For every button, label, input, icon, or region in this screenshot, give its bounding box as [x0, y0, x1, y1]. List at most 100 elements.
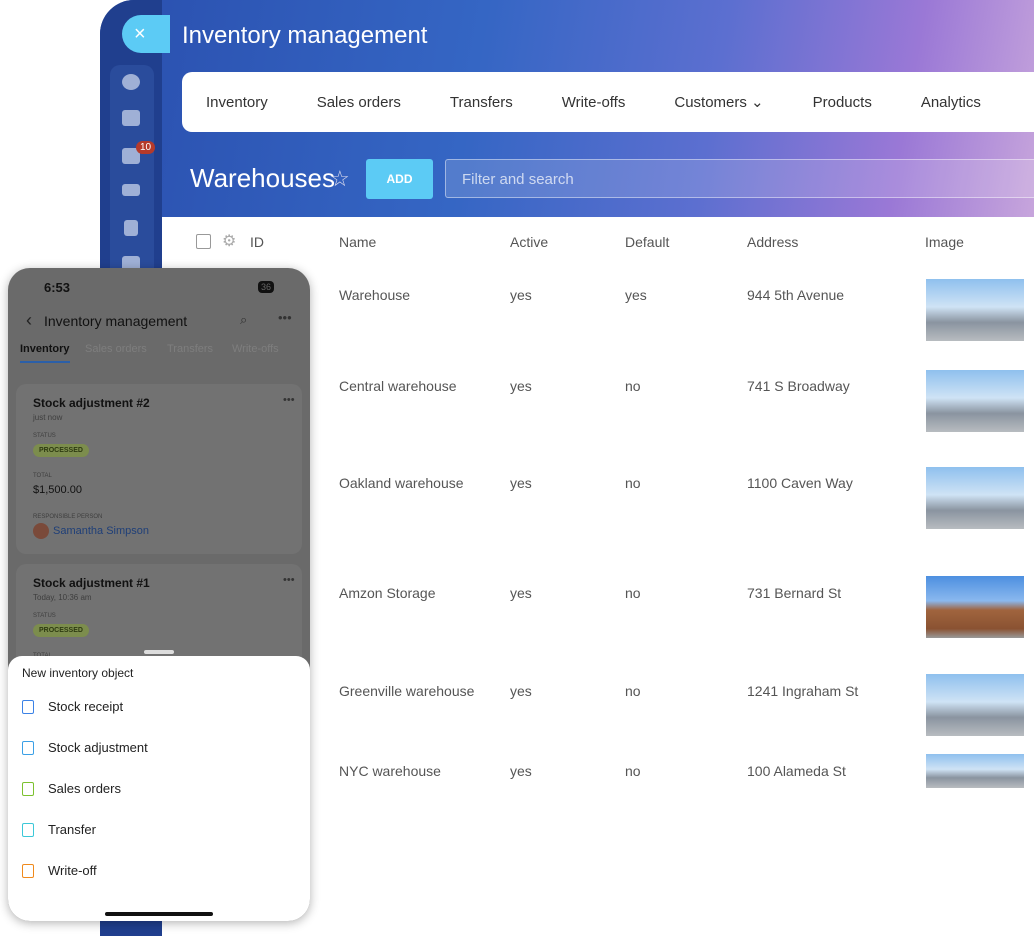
warehouse-image[interactable]: [926, 754, 1024, 788]
gear-icon[interactable]: ⚙: [222, 231, 236, 251]
warehouse-image[interactable]: [926, 674, 1024, 736]
search-icon[interactable]: ⌕: [240, 312, 247, 328]
stock-adjustment-card[interactable]: Stock adjustment #2 just now STATUS PROC…: [16, 384, 302, 554]
cell-default: no: [625, 585, 641, 601]
column-header-name[interactable]: Name: [339, 234, 376, 250]
warehouse-image[interactable]: [926, 279, 1024, 341]
menu-item[interactable]: Stock receipt: [22, 699, 123, 714]
document-icon: [22, 740, 34, 755]
menu-item-label: Transfer: [48, 822, 96, 837]
cell-name[interactable]: Amzon Storage: [339, 585, 436, 601]
person-label: RESPONSIBLE PERSON: [33, 514, 103, 520]
cell-address: 944 5th Avenue: [747, 287, 845, 303]
cell-default: no: [625, 475, 641, 491]
menu-item[interactable]: Write-off: [22, 863, 97, 878]
tab-write-offs[interactable]: Write-offs: [562, 94, 626, 111]
main-tabs: Inventory Sales orders Transfers Write-o…: [182, 72, 1034, 132]
card-time: Today, 10:36 am: [33, 593, 92, 602]
status-badge: PROCESSED: [33, 624, 89, 637]
menu-item[interactable]: Sales orders: [22, 781, 121, 796]
notification-badge: 10: [136, 141, 156, 154]
cell-address: 1100 Caven Way: [747, 475, 853, 491]
menu-item[interactable]: Transfer: [22, 822, 96, 837]
sites-icon[interactable]: [122, 74, 140, 90]
search-input[interactable]: Filter and search: [445, 159, 1034, 198]
sheet-title: New inventory object: [22, 666, 134, 680]
column-header-address[interactable]: Address: [747, 234, 798, 250]
inbox-icon[interactable]: [122, 184, 140, 196]
cell-default: no: [625, 683, 641, 699]
document-icon: [22, 781, 34, 796]
mobile-tab-sales-orders[interactable]: Sales orders: [85, 343, 147, 355]
card-time: just now: [33, 413, 63, 422]
close-button[interactable]: ×: [122, 15, 170, 53]
select-all-checkbox[interactable]: [196, 234, 211, 249]
card-title: Stock adjustment #1: [33, 576, 150, 590]
column-header-id[interactable]: ID: [250, 234, 264, 250]
cell-default: no: [625, 763, 641, 779]
cell-active: yes: [510, 763, 532, 779]
cell-name[interactable]: NYC warehouse: [339, 763, 441, 779]
menu-item-label: Stock adjustment: [48, 740, 148, 755]
total-value: $1,500.00: [33, 484, 82, 496]
column-header-image[interactable]: Image: [925, 234, 964, 250]
tab-products[interactable]: Products: [813, 94, 872, 111]
cell-default: no: [625, 378, 641, 394]
menu-item[interactable]: Stock adjustment: [22, 740, 148, 755]
menu-item-label: Sales orders: [48, 781, 121, 796]
home-indicator: [105, 912, 213, 916]
tab-sales-orders[interactable]: Sales orders: [317, 94, 401, 111]
cell-active: yes: [510, 378, 532, 394]
status-badge: PROCESSED: [33, 444, 89, 457]
new-object-sheet: New inventory object Stock receipt Stock …: [8, 656, 310, 921]
tab-inventory[interactable]: Inventory: [206, 94, 268, 111]
cell-active: yes: [510, 683, 532, 699]
back-icon[interactable]: ‹: [26, 310, 32, 331]
calendar-icon[interactable]: [122, 110, 140, 126]
page-title: Warehouses: [190, 163, 335, 193]
document-icon: [22, 822, 34, 837]
warehouse-image[interactable]: [926, 370, 1024, 432]
warehouse-image[interactable]: [926, 467, 1024, 529]
mobile-title: Inventory management: [44, 313, 188, 329]
person-link[interactable]: Samantha Simpson: [53, 525, 149, 537]
cell-default: yes: [625, 287, 647, 303]
tab-analytics[interactable]: Analytics: [921, 94, 981, 111]
status-label: STATUS: [33, 613, 56, 619]
mobile-tab-inventory[interactable]: Inventory: [20, 343, 70, 363]
column-header-default[interactable]: Default: [625, 234, 669, 250]
cell-name[interactable]: Greenville warehouse: [339, 683, 474, 699]
sheet-handle[interactable]: [144, 650, 174, 654]
menu-item-label: Stock receipt: [48, 699, 124, 714]
cell-name[interactable]: Warehouse: [339, 287, 410, 303]
column-header-active[interactable]: Active: [510, 234, 548, 250]
total-label: TOTAL: [33, 473, 52, 479]
cell-name[interactable]: Central warehouse: [339, 378, 457, 394]
more-icon[interactable]: •••: [283, 394, 295, 406]
cell-active: yes: [510, 287, 532, 303]
mobile-tab-write-offs[interactable]: Write-offs: [232, 343, 279, 355]
status-label: STATUS: [33, 433, 56, 439]
more-icon[interactable]: •••: [283, 574, 295, 586]
cell-address: 1241 Ingraham St: [747, 683, 859, 699]
card-title: Stock adjustment #2: [33, 396, 150, 410]
warehouse-image[interactable]: [926, 576, 1024, 638]
star-icon[interactable]: ☆: [330, 166, 350, 192]
more-icon[interactable]: •••: [278, 310, 292, 325]
cell-name[interactable]: Oakland warehouse: [339, 475, 464, 491]
add-button[interactable]: ADD: [366, 159, 433, 199]
cell-active: yes: [510, 585, 532, 601]
avatar: [33, 523, 49, 539]
document-icon[interactable]: [124, 220, 138, 236]
battery-icon: 36: [258, 281, 275, 293]
status-time: 6:53: [44, 280, 71, 295]
mobile-app: 6:53 36 ‹ Inventory management ⌕ ••• Inv…: [8, 268, 310, 921]
cell-active: yes: [510, 475, 532, 491]
tab-customers[interactable]: Customers ⌄: [674, 93, 763, 111]
mobile-tab-transfers[interactable]: Transfers: [167, 343, 213, 355]
tab-transfers[interactable]: Transfers: [450, 94, 513, 111]
app-title: Inventory management: [182, 22, 428, 49]
cell-address: 741 S Broadway: [747, 378, 850, 394]
document-icon: [22, 699, 34, 714]
cell-address: 100 Alameda St: [747, 763, 846, 779]
